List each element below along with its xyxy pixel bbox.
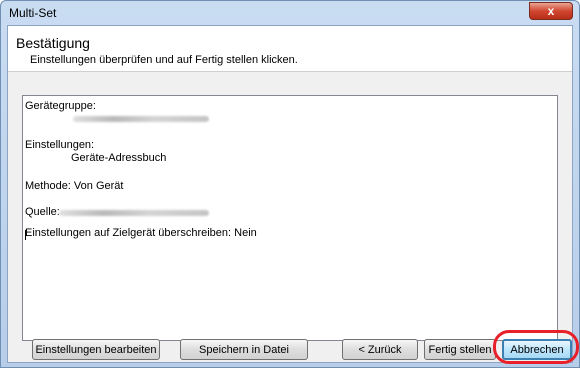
page-subtitle: Einstellungen überprüfen und auf Fertig … [30, 54, 298, 66]
window-title: Multi-Set [9, 6, 57, 20]
device-group-label: Gerätegruppe: [25, 100, 96, 112]
settings-label: Einstellungen: [25, 139, 95, 151]
method-text: Methode: Von Gerät [25, 180, 124, 192]
close-button[interactable]: x [529, 2, 573, 20]
finish-button[interactable]: Fertig stellen [424, 339, 496, 360]
source-label: Quelle: [25, 206, 60, 218]
close-icon: x [547, 4, 555, 18]
summary-text-box[interactable]: Gerätegruppe: Einstellungen: Geräte-Adre… [22, 95, 558, 341]
page-title: Bestätigung [16, 35, 90, 51]
dialog-client-area: Bestätigung Einstellungen überprüfen und… [7, 25, 573, 363]
title-bar[interactable]: Multi-Set x [1, 1, 579, 25]
device-group-value-redacted [73, 116, 209, 122]
save-to-file-button[interactable]: Speichern in Datei [180, 339, 308, 360]
source-value-redacted [59, 210, 209, 216]
settings-value: Geräte-Adressbuch [71, 152, 167, 164]
multi-set-dialog: Multi-Set x Bestätigung Einstellungen üb… [0, 0, 580, 368]
wizard-header: Bestätigung Einstellungen überprüfen und… [8, 26, 572, 72]
overwrite-text: Einstellungen auf Zielgerät überschreibe… [25, 227, 257, 239]
back-button[interactable]: < Zurück [342, 339, 418, 360]
cancel-highlight-ring [493, 330, 579, 364]
edit-settings-button[interactable]: Einstellungen bearbeiten [32, 339, 160, 360]
